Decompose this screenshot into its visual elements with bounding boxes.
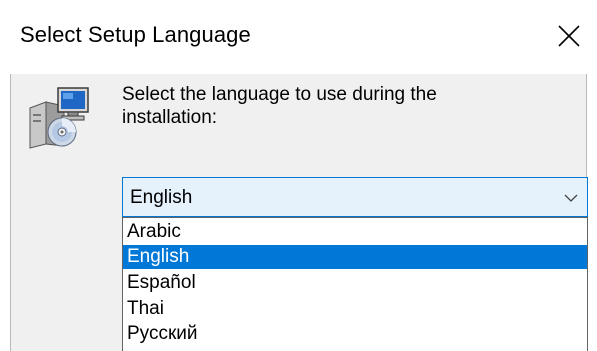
language-option-arabic[interactable]: Arabic	[123, 220, 587, 244]
close-icon	[558, 25, 580, 47]
language-prompt: Select the language to use during the in…	[122, 84, 437, 128]
language-dropdown-list[interactable]: Arabic English Español Thai Русский	[122, 217, 588, 351]
chevron-down-icon	[563, 190, 579, 206]
language-option-russian[interactable]: Русский	[123, 322, 587, 346]
title-bar[interactable]: Select Setup Language	[0, 0, 597, 74]
setup-installer-icon	[24, 82, 94, 152]
language-option-thai[interactable]: Thai	[123, 297, 587, 321]
setup-language-dialog: Select Setup Language Select the languag…	[0, 0, 597, 351]
language-select-value: English	[130, 187, 193, 208]
language-option-espanol[interactable]: Español	[123, 271, 587, 295]
window-title: Select Setup Language	[20, 22, 251, 47]
language-select[interactable]: English	[122, 177, 588, 217]
close-button[interactable]	[553, 20, 585, 52]
language-option-english[interactable]: English	[123, 245, 587, 269]
